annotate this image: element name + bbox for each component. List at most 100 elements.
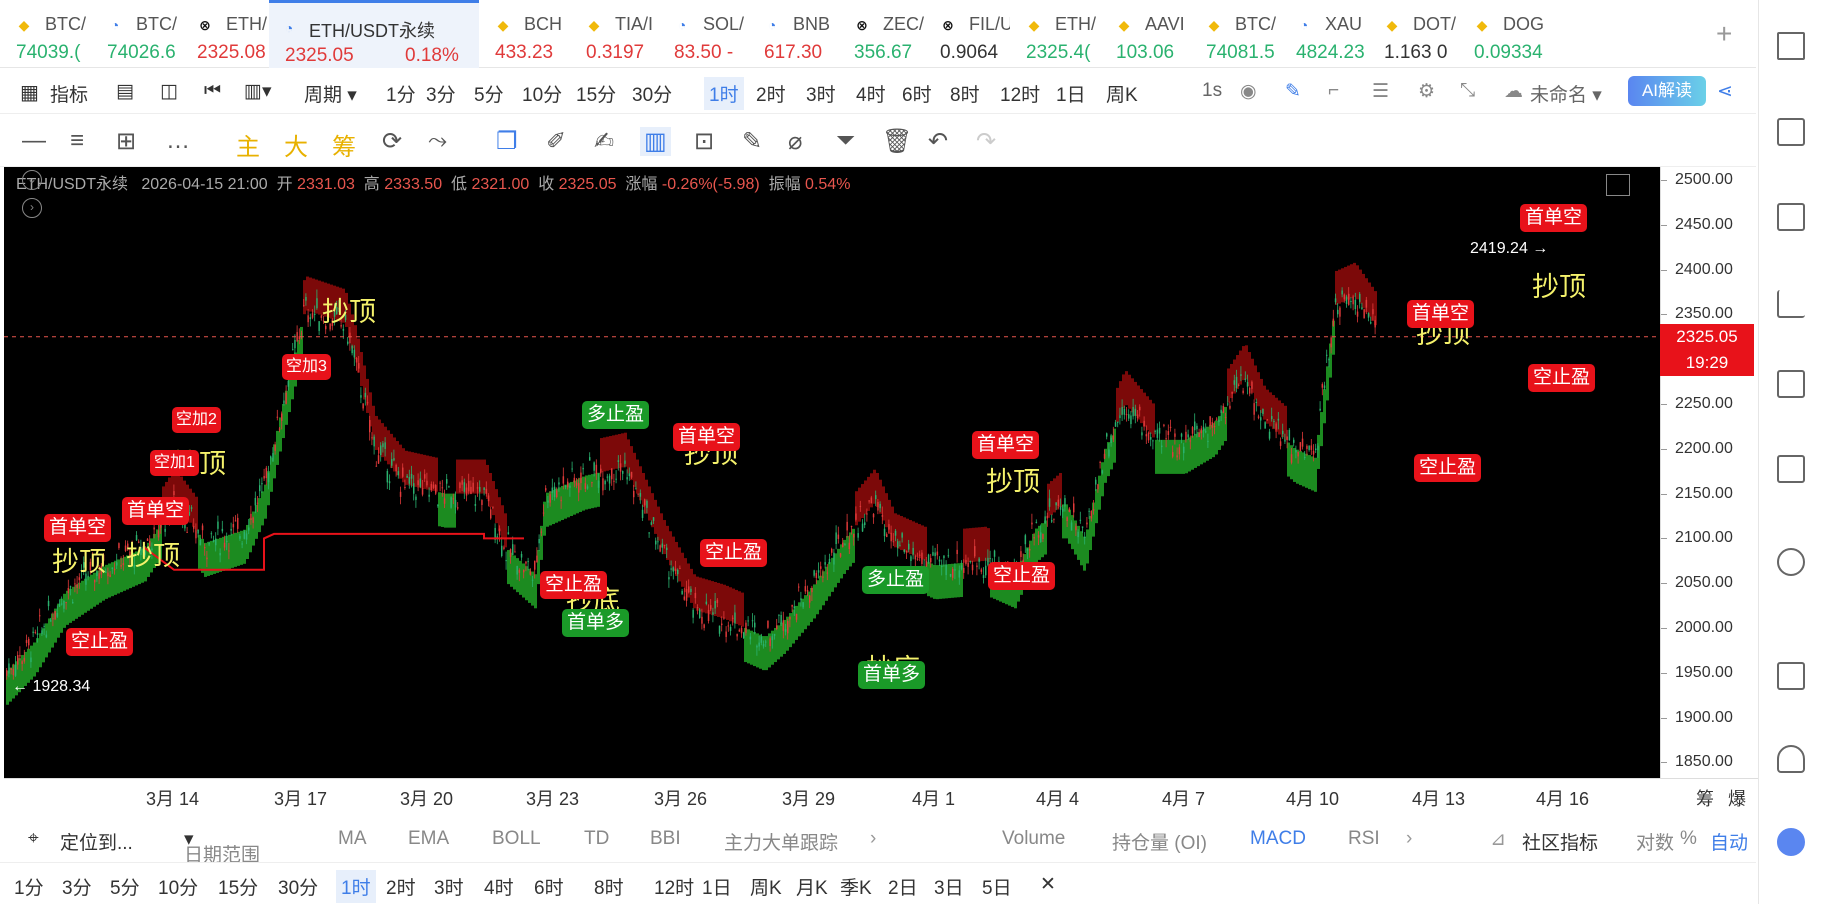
bottom-timeframe-16[interactable]: 季K	[840, 873, 872, 900]
bottom-timeframe-7[interactable]: 2时	[386, 873, 416, 900]
layout-icon[interactable]: ◫	[160, 80, 178, 103]
locate-button[interactable]: 定位到...	[60, 828, 133, 855]
main-indicator-3[interactable]: TD	[584, 828, 609, 850]
main-indicator-1[interactable]: EMA	[408, 828, 449, 850]
bottom-timeframe-5[interactable]: 30分	[278, 873, 318, 900]
ticker-tab[interactable]: ⊗ ZEC/356.67	[838, 0, 924, 68]
timeframe-9[interactable]: 4时	[856, 80, 886, 107]
trash-icon[interactable]: 🗑	[882, 127, 912, 156]
bottom-timeframe-6[interactable]: 1时	[336, 870, 376, 903]
cloud-icon[interactable]: ☁	[1504, 80, 1523, 103]
ticker-tab[interactable]: ◆ BTC/74039.(	[0, 0, 91, 68]
ai-interpret-button[interactable]: AI解读	[1628, 76, 1706, 106]
more-main-indicators-icon[interactable]: ›	[870, 828, 876, 850]
timeframe-4[interactable]: 15分	[576, 80, 616, 107]
interval-label[interactable]: 1s	[1202, 80, 1222, 102]
refresh-icon[interactable]: ⟳	[382, 127, 402, 156]
headset-icon[interactable]	[1777, 745, 1805, 773]
timeframe-10[interactable]: 6时	[902, 80, 932, 107]
bottom-timeframe-12[interactable]: 12时	[654, 873, 694, 900]
bar-chart-icon[interactable]	[1777, 290, 1805, 318]
ticker-tab[interactable]: ⊗ FIL/U 0.9064	[924, 0, 1010, 68]
sub-indicator-3[interactable]: RSI	[1348, 828, 1380, 850]
ticker-tab[interactable]: ◔ ETH/USDT永续 2325.05 0.18%	[269, 0, 479, 68]
timeframe-5[interactable]: 30分	[632, 80, 672, 107]
timeframe-1[interactable]: 3分	[426, 80, 456, 107]
lines-icon[interactable]: ≡	[70, 127, 84, 155]
settings-icon[interactable]: ⚙	[1418, 80, 1435, 103]
horizontal-line-icon[interactable]: —	[22, 127, 46, 155]
sub-indicator-2[interactable]: MACD	[1250, 828, 1306, 850]
timeframe-3[interactable]: 10分	[522, 80, 562, 107]
expand-icon[interactable]: ›	[22, 198, 42, 218]
timeframe-7[interactable]: 2时	[756, 80, 786, 107]
bottom-timeframe-4[interactable]: 15分	[218, 873, 258, 900]
main-indicator-0[interactable]: MA	[338, 828, 367, 850]
timeframe-11[interactable]: 8时	[950, 80, 980, 107]
collapse-icon[interactable]: ⌄	[22, 170, 42, 190]
time-axis[interactable]: 3月 14 3月 17 3月 20 3月 23 3月 26 3月 29 4月 1 4月 4 4月…	[4, 778, 1758, 810]
timeframe-12[interactable]: 12时	[1000, 80, 1040, 107]
filter-icon[interactable]: ⏷	[836, 127, 855, 155]
bottom-timeframe-18[interactable]: 3日	[934, 873, 964, 900]
ticker-tab[interactable]: ◔ XAU 4824.23	[1280, 0, 1368, 68]
pen-icon[interactable]: ✎	[1285, 80, 1301, 103]
sub-indicator-0[interactable]: Volume	[1002, 828, 1065, 850]
bottom-timeframe-19[interactable]: 5日	[982, 873, 1012, 900]
main-indicator-4[interactable]: BBI	[650, 828, 681, 850]
bottom-timeframe-0[interactable]: 1分	[14, 873, 44, 900]
bottom-timeframe-3[interactable]: 10分	[158, 873, 198, 900]
main-indicator-2[interactable]: BOLL	[492, 828, 541, 850]
list-icon[interactable]: ☰	[1372, 80, 1389, 103]
ticker-tab[interactable]: ◆ AAVI 103.06	[1100, 0, 1190, 68]
community-indicators-button[interactable]: 社区指标	[1522, 828, 1598, 855]
assistant-avatar-icon[interactable]	[1777, 828, 1805, 856]
ticker-tab[interactable]: ⊗ ETH/2325.08	[181, 0, 269, 68]
main-indicator-5[interactable]: 主力大单跟踪	[724, 828, 838, 855]
bottom-timeframe-17[interactable]: 2日	[888, 873, 918, 900]
date-range-dropdown[interactable]: 日期范围 ▾	[184, 828, 260, 866]
camera-icon[interactable]: ◉	[1240, 80, 1257, 103]
log-toggle[interactable]: 对数	[1636, 828, 1674, 855]
list-view-icon[interactable]	[1777, 32, 1805, 60]
share-icon[interactable]: ⋖	[1717, 80, 1733, 103]
auto-toggle[interactable]: 自动	[1710, 828, 1748, 855]
indicator-icon[interactable]: ▦	[20, 80, 39, 105]
bottom-timeframe-1[interactable]: 3分	[62, 873, 92, 900]
bottom-timeframe-13[interactable]: 1日	[702, 873, 732, 900]
timeframe-8[interactable]: 3时	[806, 80, 836, 107]
candle-icon[interactable]: ▥	[640, 127, 671, 156]
magnet-icon[interactable]: ⌀	[788, 127, 802, 156]
ticker-tab[interactable]: ◆ DOT/1.163 0	[1368, 0, 1458, 68]
bottom-timeframe-14[interactable]: 周K	[750, 873, 782, 900]
ticker-tab[interactable]: ◆ BCH 433.23	[479, 0, 570, 68]
crop-icon[interactable]: ⌐	[1328, 80, 1339, 102]
timeframe-14[interactable]: 周K	[1106, 80, 1138, 107]
bottom-timeframe-8[interactable]: 3时	[434, 873, 464, 900]
price-axis[interactable]: 2500.002450.002400.002350.002300.002250.…	[1660, 167, 1758, 810]
monitor-icon[interactable]	[1777, 370, 1805, 398]
timeframe-0[interactable]: 1分	[386, 80, 416, 107]
sub-indicator-1[interactable]: 持仓量 (OI)	[1112, 828, 1207, 855]
redo-icon[interactable]: ↷	[976, 127, 996, 156]
calendar-icon[interactable]: ▤	[116, 80, 134, 103]
ticker-tab[interactable]: ◔ BNB 617.30	[748, 0, 838, 68]
document-icon[interactable]	[1777, 118, 1805, 146]
ticker-tab[interactable]: ◔ BTC/74026.6	[91, 0, 181, 68]
timeframe-6[interactable]: 1时	[704, 77, 744, 110]
bottom-timeframe-15[interactable]: 月K	[796, 873, 828, 900]
maximize-chart-icon[interactable]	[1606, 174, 1630, 196]
trend-icon[interactable]: ⤳	[428, 127, 447, 155]
candle-type-icon[interactable]: ▥▾	[244, 80, 272, 103]
price-chart[interactable]: 2500.002450.002400.002350.002300.002250.…	[4, 167, 1758, 810]
big-tool[interactable]: 大	[284, 127, 308, 162]
layout-panel-icon[interactable]	[1777, 662, 1805, 690]
dollar-document-icon[interactable]	[1777, 203, 1805, 231]
locate-icon[interactable]: ⌖	[28, 828, 39, 850]
layout-name-dropdown[interactable]: 未命名 ▾	[1530, 80, 1602, 107]
ticker-tab[interactable]: ◆ TIA/I 0.3197	[570, 0, 658, 68]
lock-icon[interactable]: ⊡	[694, 127, 714, 156]
close-icon[interactable]: ✕	[1040, 873, 1056, 896]
ticker-tab[interactable]: ◔ SOL/83.50 -	[658, 0, 748, 68]
edit-icon[interactable]: ✎	[742, 127, 762, 156]
